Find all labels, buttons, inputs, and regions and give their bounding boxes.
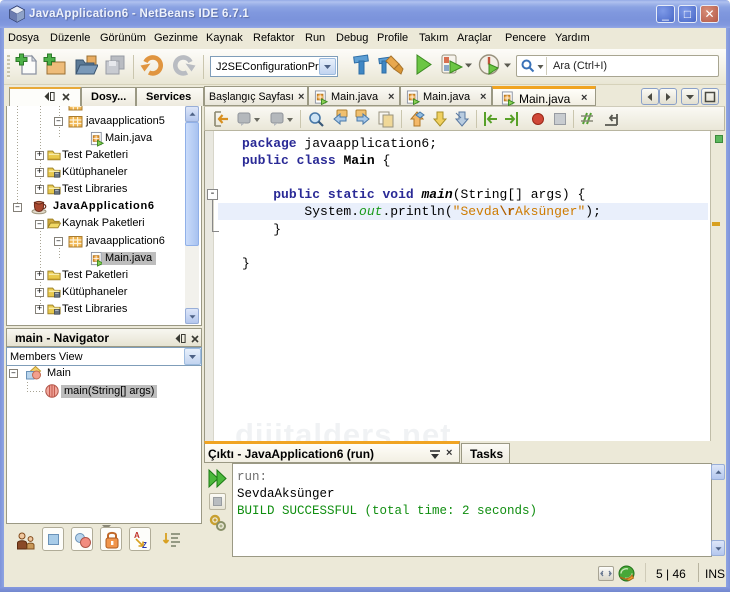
svg-text:A: A bbox=[134, 531, 140, 540]
